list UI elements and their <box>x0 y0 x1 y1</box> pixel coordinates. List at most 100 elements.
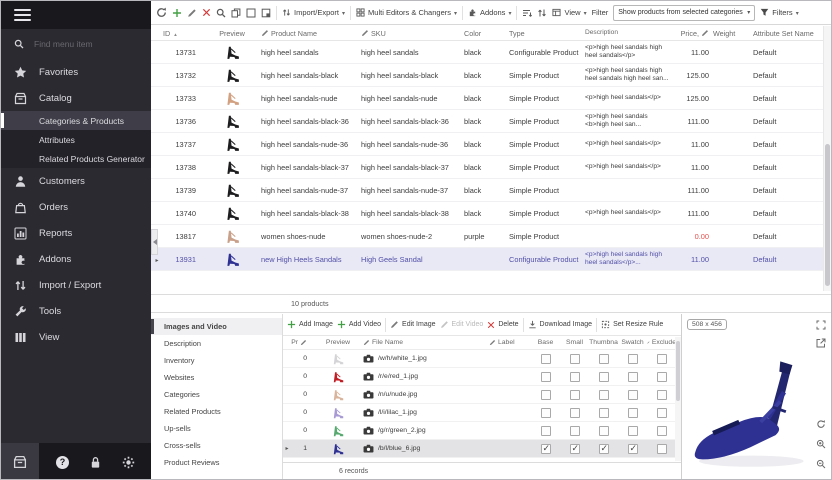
zoom-in-icon[interactable] <box>816 439 826 449</box>
detail-tab[interactable]: Related Products <box>151 403 282 420</box>
swap-arrows-icon[interactable] <box>537 8 547 18</box>
edit-image-button[interactable]: Edit Image <box>390 320 435 329</box>
gear-icon[interactable] <box>122 456 135 469</box>
swatch-checkbox[interactable] <box>628 408 638 418</box>
product-row[interactable]: 13738 high heel sandals-black-37 high he… <box>151 156 823 179</box>
hamburger-menu-icon[interactable] <box>14 6 31 24</box>
menu-search-input[interactable] <box>32 38 132 50</box>
sidebar-item-import-export[interactable]: Import / Export <box>1 272 151 298</box>
view-button[interactable]: View <box>552 8 586 17</box>
sidebar-item-catalog[interactable]: Catalog <box>1 85 151 111</box>
product-row[interactable]: 13740 high heel sandals-black-38 high he… <box>151 202 823 225</box>
sidebar-item-reports[interactable]: Reports <box>1 220 151 246</box>
images-scrollbar[interactable] <box>675 337 681 461</box>
column-id[interactable]: ID <box>163 29 203 38</box>
base-checkbox[interactable] <box>541 408 551 418</box>
copy-icon[interactable] <box>231 8 241 18</box>
column-weight[interactable]: Weight <box>713 29 753 38</box>
detail-tab[interactable]: Description <box>151 335 282 352</box>
store-button[interactable] <box>1 443 39 480</box>
swatch-checkbox[interactable] <box>628 426 638 436</box>
column-file-name[interactable]: File Name <box>361 339 489 346</box>
sidebar-item-favorites[interactable]: Favorites <box>1 59 151 85</box>
thumbnail-checkbox[interactable] <box>599 354 609 364</box>
product-row[interactable]: 13737 high heel sandals-nude-36 high hee… <box>151 133 823 156</box>
rotate-icon[interactable] <box>816 419 826 429</box>
small-checkbox[interactable] <box>570 372 580 382</box>
base-checkbox[interactable] <box>541 426 551 436</box>
product-row[interactable]: 13931 new High Heels Sandals High Geels … <box>151 248 823 271</box>
sidebar-item-view[interactable]: View <box>1 324 151 350</box>
refresh-icon[interactable] <box>156 7 167 18</box>
sidebar-item-tools[interactable]: Tools <box>1 298 151 324</box>
swatch-checkbox[interactable] <box>628 354 638 364</box>
search-icon[interactable] <box>216 8 226 18</box>
product-row[interactable]: 13732 high heel sandals-black high heel … <box>151 64 823 87</box>
column-position[interactable]: Pr <box>291 339 315 346</box>
thumbnail-checkbox[interactable] <box>599 390 609 400</box>
sidebar-item-addons[interactable]: Addons <box>1 246 151 272</box>
lock-icon[interactable] <box>89 456 102 469</box>
sidebar-item-customers[interactable]: Customers <box>1 168 151 194</box>
image-row[interactable]: 0 /g/r/green_2.jpg <box>283 422 681 440</box>
product-row[interactable]: 13731 high heel sandals high heel sandal… <box>151 41 823 64</box>
set-resize-rule-button[interactable]: Set Resize Rule <box>601 320 663 329</box>
download-image-button[interactable]: Download Image <box>528 320 593 329</box>
delete-image-button[interactable]: Delete <box>487 321 518 329</box>
multi-editors-button[interactable]: Multi Editors & Changers <box>356 8 457 17</box>
import-export-button[interactable]: Import/Export <box>282 8 345 17</box>
fullscreen-icon[interactable] <box>816 320 826 330</box>
product-row[interactable]: 13736 high heel sandals-black-36 high he… <box>151 110 823 133</box>
exclude-checkbox[interactable] <box>657 426 667 436</box>
add-product-icon[interactable] <box>172 8 182 18</box>
addons-button[interactable]: Addons <box>468 8 511 17</box>
small-checkbox[interactable] <box>570 426 580 436</box>
column-preview[interactable]: Preview <box>315 339 361 346</box>
duplicate-icon[interactable] <box>261 8 271 18</box>
column-price[interactable]: Price, <box>675 29 713 38</box>
checkbox-icon[interactable] <box>246 8 256 18</box>
image-row[interactable]: 0 /l/i/lilac_1.jpg <box>283 404 681 422</box>
sidebar-item-orders[interactable]: Orders <box>1 194 151 220</box>
detail-tab[interactable]: Inventory <box>151 352 282 369</box>
column-preview[interactable]: Preview <box>203 29 261 38</box>
image-row[interactable]: 0 /w/h/white_1.jpg <box>283 350 681 368</box>
column-product-name[interactable]: Product Name <box>261 29 361 38</box>
filters-button[interactable]: Filters <box>760 8 798 17</box>
sidebar-item-attributes[interactable]: Attributes <box>1 130 151 149</box>
exclude-checkbox[interactable] <box>657 408 667 418</box>
scrollbar-thumb[interactable] <box>825 144 830 286</box>
column-base[interactable]: Base <box>531 339 560 346</box>
delete-product-icon[interactable] <box>202 8 211 17</box>
swatch-checkbox[interactable] <box>628 372 638 382</box>
detail-tab[interactable]: Up-sells <box>151 420 282 437</box>
thumbnail-checkbox[interactable] <box>599 408 609 418</box>
base-checkbox[interactable] <box>541 444 551 454</box>
exclude-checkbox[interactable] <box>657 354 667 364</box>
thumbnail-checkbox[interactable] <box>599 444 609 454</box>
small-checkbox[interactable] <box>570 444 580 454</box>
detail-tab[interactable]: Images and Video <box>151 318 282 335</box>
sidebar-item-related-products-generator[interactable]: Related Products Generator <box>1 149 151 168</box>
zoom-out-icon[interactable] <box>816 459 826 469</box>
column-thumbnail[interactable]: Thumbna <box>589 339 618 346</box>
image-row[interactable]: 1 /b/l/blue_6.jpg <box>283 440 681 458</box>
column-type[interactable]: Type <box>509 29 585 38</box>
exclude-checkbox[interactable] <box>657 372 667 382</box>
small-checkbox[interactable] <box>570 354 580 364</box>
detail-tab[interactable]: Cross-sells <box>151 437 282 454</box>
column-sku[interactable]: SKU <box>361 29 464 38</box>
exclude-checkbox[interactable] <box>657 444 667 454</box>
swatch-checkbox[interactable] <box>628 444 638 454</box>
column-label[interactable]: Label <box>489 339 531 346</box>
category-filter-select[interactable]: Show products from selected categories <box>613 5 755 21</box>
column-attribute-set[interactable]: Attribute Set Name <box>753 29 823 38</box>
product-row[interactable]: 13733 high heel sandals-nude high heel s… <box>151 87 823 110</box>
thumbnail-checkbox[interactable] <box>599 426 609 436</box>
base-checkbox[interactable] <box>541 390 551 400</box>
swatch-checkbox[interactable] <box>628 390 638 400</box>
panel-collapse-handle[interactable] <box>151 229 158 255</box>
column-exclude[interactable]: Exclude <box>647 339 676 346</box>
column-color[interactable]: Color <box>464 29 509 38</box>
detail-tab[interactable]: Product Reviews <box>151 454 282 471</box>
